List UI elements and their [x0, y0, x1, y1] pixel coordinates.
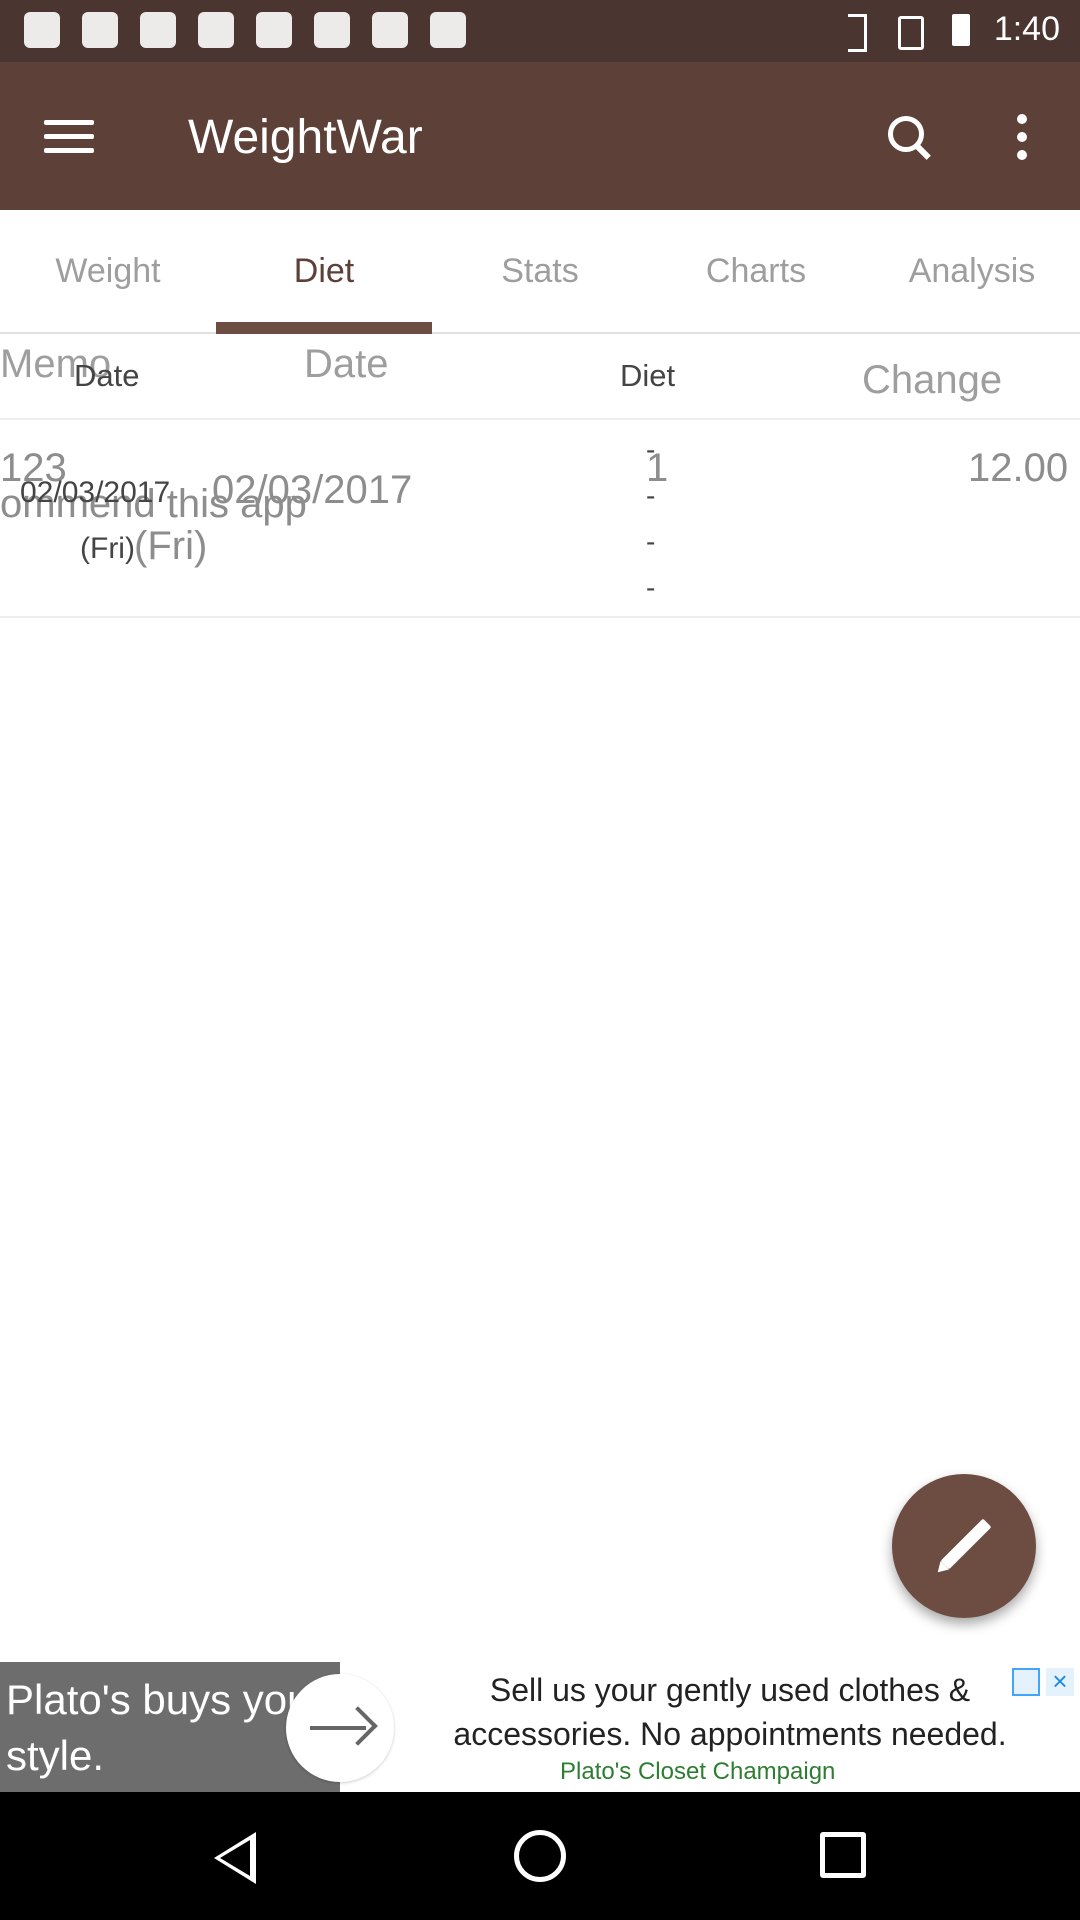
table-row[interactable]: 123 ommend this app 02/03/2017 (Fri) 1 1…: [0, 420, 1080, 618]
vibrate-icon: [890, 12, 926, 50]
navigation-bar: [0, 1792, 1080, 1920]
notification-icon: [198, 12, 234, 48]
tab-stats[interactable]: Stats: [432, 210, 648, 332]
notification-icon: [82, 12, 118, 48]
pencil-icon: [940, 1518, 992, 1570]
tab-analysis[interactable]: Analysis: [864, 210, 1080, 332]
tab-charts[interactable]: Charts: [648, 210, 864, 332]
menu-icon[interactable]: [44, 116, 94, 156]
header-diet: Diet: [620, 358, 676, 393]
notification-icon: [140, 12, 176, 48]
back-icon[interactable]: [212, 1832, 256, 1884]
search-icon[interactable]: [884, 112, 934, 162]
ad-source[interactable]: Plato's Closet Champaign: [560, 1758, 835, 1786]
ad-arrow-icon[interactable]: [286, 1674, 394, 1782]
notification-icon: [314, 12, 350, 48]
row-diet-line: -: [646, 434, 656, 465]
active-tab-indicator: [216, 322, 432, 334]
edit-button[interactable]: [892, 1474, 1036, 1618]
lock-icon: [256, 12, 292, 48]
recent-apps-icon[interactable]: [820, 1832, 866, 1878]
row-diet-line: -: [646, 480, 656, 511]
ghost-date: 02/03/2017: [212, 468, 413, 512]
ad-body: Sell us your gently used clothes & acces…: [453, 1672, 1007, 1752]
row-diet-line: -: [646, 572, 656, 603]
home-icon[interactable]: [514, 1830, 566, 1882]
clock: 1:40: [993, 10, 1060, 48]
row-date: 02/03/2017: [20, 476, 171, 509]
notification-icon: [430, 12, 466, 48]
notification-icons: [24, 12, 466, 48]
app-bar: WeightWar: [0, 62, 1080, 210]
status-right: 1:40: [844, 10, 1060, 50]
ad-headline: Plato's buys your style.: [6, 1676, 325, 1779]
app-title: WeightWar: [188, 111, 423, 164]
notification-icon: [24, 12, 60, 48]
tab-weight[interactable]: Weight: [0, 210, 216, 332]
notification-icon: [372, 12, 408, 48]
bluetooth-icon: [844, 12, 868, 48]
row-day: (Fri): [80, 532, 135, 565]
ad-close-icon[interactable]: ×: [1046, 1668, 1074, 1696]
battery-icon: [948, 12, 972, 48]
more-options-icon[interactable]: [1014, 114, 1030, 160]
header-date: Date: [74, 358, 140, 393]
tab-bar: Weight Diet Stats Charts Analysis: [0, 210, 1080, 334]
ad-banner[interactable]: Plato's buys your style. Sell us your ge…: [0, 1662, 1080, 1792]
table-header: Memo Date Change Date Diet: [0, 336, 1080, 420]
status-bar: 1:40: [0, 0, 1080, 62]
ghost-day: (Fri): [134, 524, 208, 568]
ghost-change: 12.00: [968, 446, 1069, 490]
ghost-header-date: Date: [304, 342, 389, 386]
tab-diet[interactable]: Diet: [216, 210, 432, 332]
row-diet-line: -: [646, 526, 656, 557]
ghost-header-change: Change: [862, 358, 1003, 402]
ad-choices-icon[interactable]: [1012, 1668, 1040, 1696]
